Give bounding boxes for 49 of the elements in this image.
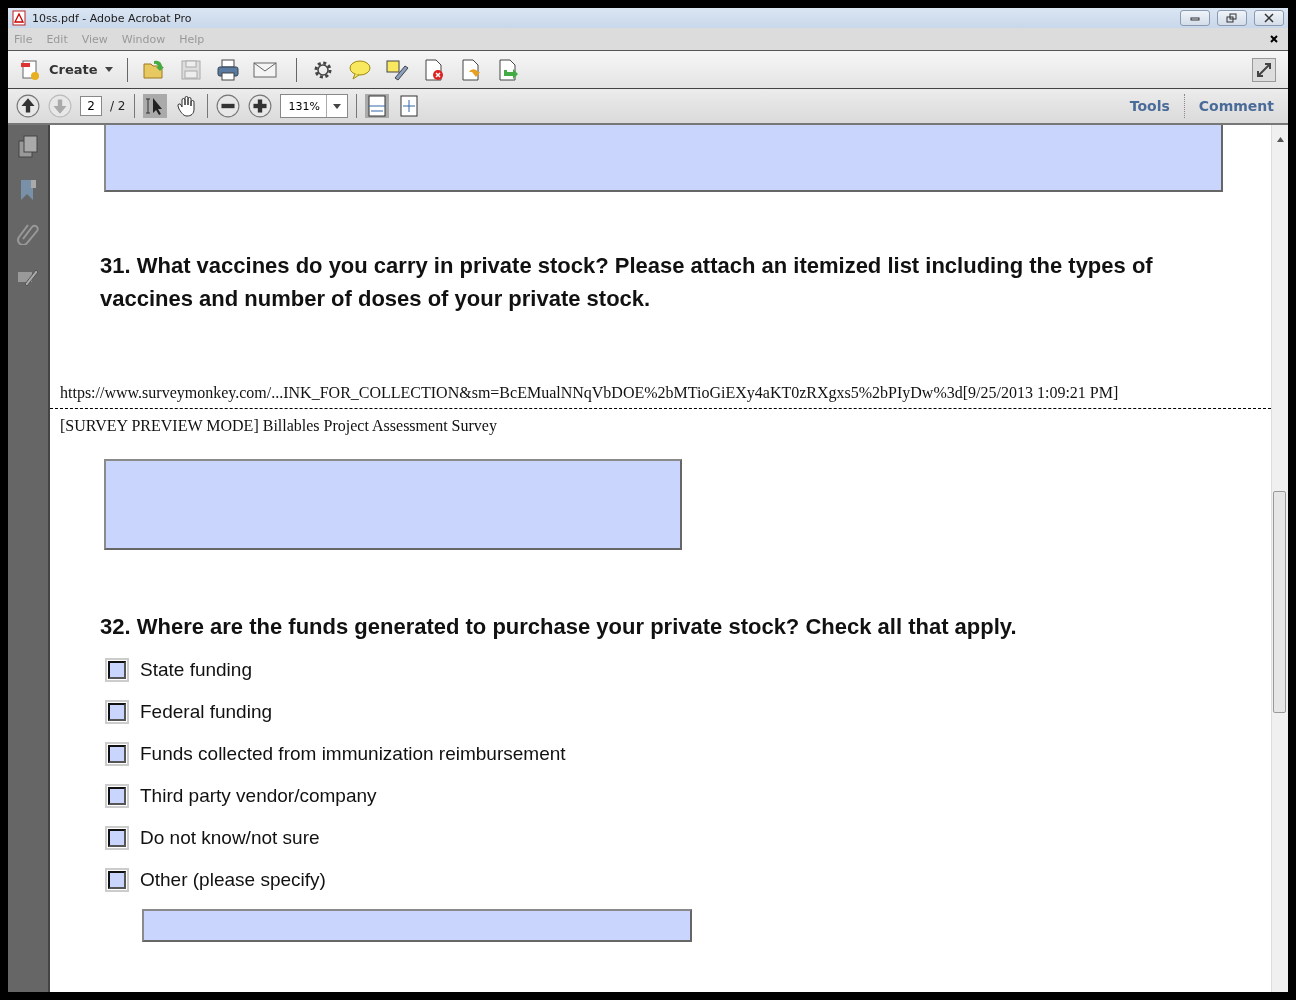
question-text: 32. Where are the funds generated to purchase your private stock? Check all that apply. (99, 613, 1018, 641)
select-cursor-icon[interactable] (142, 94, 167, 118)
option-label: Other (please specify) (140, 869, 326, 891)
checkbox[interactable] (108, 661, 126, 679)
print-icon[interactable] (215, 57, 240, 82)
option-label: State funding (140, 659, 252, 681)
checkbox[interactable] (108, 787, 126, 805)
minimize-button[interactable] (1180, 10, 1210, 26)
checkbox[interactable] (108, 703, 126, 721)
page-number-field[interactable]: 2 (80, 96, 102, 116)
text-edit-pencil-icon[interactable] (384, 57, 409, 82)
page-footer-url: https://www.surveymonkey.com/...INK_FOR_COLLECTION&sm=BcEMualNNqVbDOE%2bMTioGiEXy4aKT0zRXgxs5%2bPIyDw%3d[9/25/2013 1:09:21 PM] (59, 384, 1120, 402)
minimize-icon (1189, 14, 1201, 22)
page-total: / 2 (110, 99, 126, 113)
scrollbar[interactable] (1271, 125, 1288, 992)
option-label: Funds collected from immunization reimbursement (140, 743, 566, 765)
answer-box[interactable] (104, 459, 682, 550)
panel-link[interactable]: Tools (1123, 98, 1176, 114)
option-label: Third party vendor/company (140, 785, 377, 807)
checkbox[interactable] (108, 745, 126, 763)
checkbox[interactable] (108, 871, 126, 889)
zoom-dropdown[interactable]: 131% (279, 94, 348, 118)
question-text: 31. What vaccines do you carry in private stock? Please attach an itemized list including the types of vaccines and number of doses of your private stock. (99, 252, 1154, 313)
create-button[interactable]: Create (20, 58, 113, 81)
checkbox[interactable] (108, 829, 126, 847)
panel-link[interactable]: Comment (1192, 98, 1280, 114)
speech-bubble-icon[interactable] (347, 57, 372, 82)
scroll-thumb[interactable] (1273, 491, 1286, 713)
restore-button[interactable] (1217, 10, 1247, 26)
scroll-up-arrow-icon[interactable] (1276, 137, 1284, 142)
fit-width-icon[interactable] (364, 94, 389, 118)
close-icon[interactable] (1270, 35, 1278, 43)
expand-arrow-icon (1256, 61, 1272, 78)
option-label: Do not know/not sure (140, 827, 320, 849)
answer-box[interactable] (104, 125, 1223, 192)
pdf-file-icon (12, 10, 26, 26)
zoom-out-icon[interactable] (215, 94, 240, 118)
page-header: [SURVEY PREVIEW MODE] Billables Project Assessment Survey (59, 417, 498, 435)
close-button[interactable] (1254, 10, 1284, 26)
close-icon (1263, 13, 1275, 23)
zoom-in-icon[interactable] (247, 94, 272, 118)
restore-icon (1226, 13, 1238, 23)
option-label: Federal funding (140, 701, 273, 723)
window-title: 10ss.pdf - Adobe Acrobat Pro (32, 11, 192, 25)
pages-icon[interactable] (17, 135, 39, 159)
input-field[interactable] (142, 909, 692, 942)
full-screen-button[interactable] (1252, 57, 1276, 82)
caret-icon (104, 67, 113, 72)
caret-icon (332, 103, 341, 109)
